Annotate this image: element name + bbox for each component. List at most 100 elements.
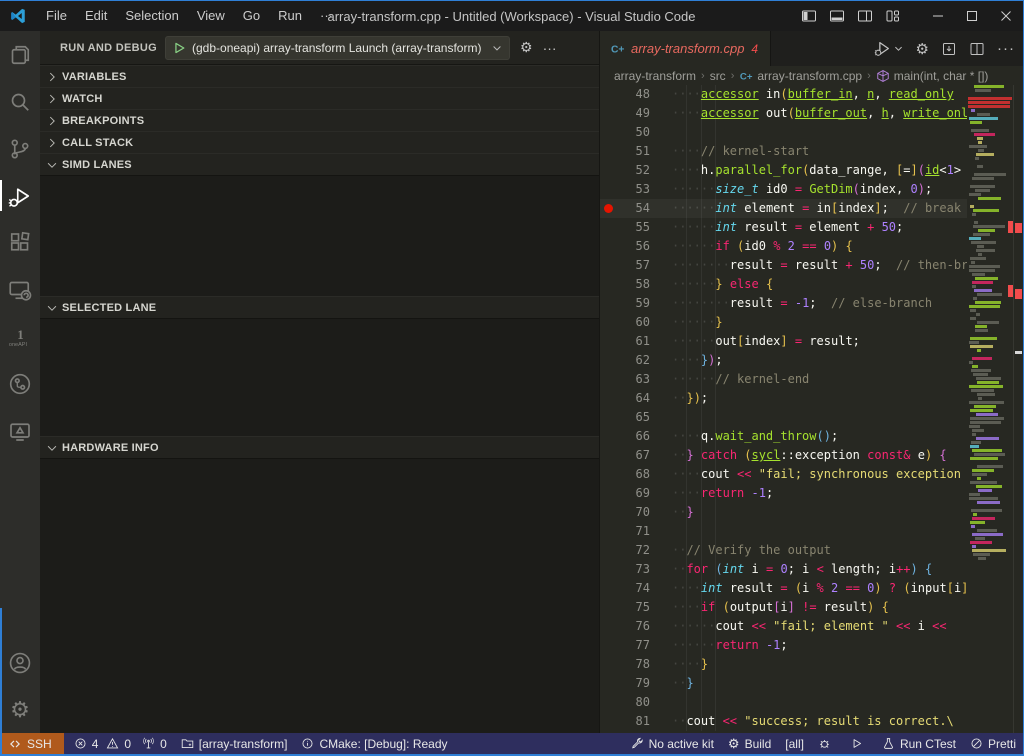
code-line-57[interactable]: 57········result = result + 50; // then-… [600,256,967,275]
section-call-stack[interactable]: CALL STACK [40,131,599,153]
code-line-60[interactable]: 60······} [600,313,967,332]
code-line-49[interactable]: 49····accessor out(buffer_out, h, write_… [600,104,967,123]
status-cmake-kit[interactable]: No active kit [624,733,721,754]
code-line-80[interactable]: 80 [600,693,967,712]
activitybar-settings-icon[interactable]: ⚙ [0,686,40,733]
code-line-73[interactable]: 73··for (int i = 0; i < length; i++) { [600,560,967,579]
breakpoint-margin[interactable] [600,579,616,598]
minimize-button[interactable] [921,1,955,31]
menu-go[interactable]: Go [234,5,269,27]
code-line-75[interactable]: 75····if (output[i] != result) { [600,598,967,617]
breakpoint-margin[interactable] [600,313,616,332]
maximize-button[interactable] [955,1,989,31]
breakpoint-margin[interactable] [600,332,616,351]
launch-config-dropdown[interactable]: (gdb-oneapi) array-transform Launch (arr… [165,36,510,60]
section-breakpoints[interactable]: BREAKPOINTS [40,109,599,131]
breakpoint-margin[interactable] [600,142,616,161]
breakpoint-margin[interactable] [600,617,616,636]
code-line-67[interactable]: 67··} catch (sycl::exception const& e) { [600,446,967,465]
menu-selection[interactable]: Selection [116,5,187,27]
code-line-66[interactable]: 66····q.wait_and_throw(); [600,427,967,446]
activitybar-intel-debug-icon[interactable] [0,360,40,407]
breakpoint-margin[interactable] [600,161,616,180]
breakpoint-margin[interactable] [600,180,616,199]
editor-gear-icon[interactable]: ⚙ [916,40,929,58]
breakpoint-margin[interactable] [600,674,616,693]
breakpoint-margin[interactable] [600,294,616,313]
minimap[interactable] [967,85,1013,733]
split-editor-icon[interactable] [969,41,985,57]
more-actions-icon[interactable]: ··· [997,40,1015,57]
status-cmake-run[interactable] [843,733,875,754]
section-simd-lanes[interactable]: SIMD LANES [40,153,599,175]
code-line-50[interactable]: 50 [600,123,967,142]
breadcrumb-item[interactable]: src [710,69,726,83]
breakpoint-margin[interactable] [600,427,616,446]
breadcrumb-item[interactable]: array-transform [614,69,696,83]
code-line-77[interactable]: 77······return -1; [600,636,967,655]
code-line-58[interactable]: 58······} else { [600,275,967,294]
breakpoint-margin[interactable] [600,693,616,712]
activitybar-source-control-icon[interactable] [0,125,40,172]
activitybar-search-icon[interactable] [0,78,40,125]
code-line-55[interactable]: 55······int result = element + 50; [600,218,967,237]
code-line-56[interactable]: 56······if (id0 % 2 == 0) { [600,237,967,256]
breakpoint-margin[interactable] [600,351,616,370]
code-line-61[interactable]: 61······out[index] = result; [600,332,967,351]
breakpoint-margin[interactable] [600,85,616,104]
section-variables[interactable]: VARIABLES [40,65,599,87]
activitybar-explorer-icon[interactable] [0,31,40,78]
code-line-81[interactable]: 81··cout << "success; result is correct.… [600,712,967,731]
debug-run-icon[interactable] [874,40,891,57]
status-cmake-project[interactable]: [array-transform] [174,733,295,754]
breakpoint-margin[interactable] [600,408,616,427]
breakpoint-margin[interactable] [600,465,616,484]
breakpoint-margin[interactable] [600,218,616,237]
code-line-69[interactable]: 69····return -1; [600,484,967,503]
activitybar-extensions-icon[interactable] [0,219,40,266]
breakpoint-margin[interactable] [600,446,616,465]
menu-edit[interactable]: Edit [76,5,116,27]
start-debug-icon[interactable] [172,41,186,55]
code-line-78[interactable]: 78····} [600,655,967,674]
status-ctest[interactable]: Run CTest [875,733,963,754]
breakpoint-margin[interactable] [600,636,616,655]
code-line-71[interactable]: 71 [600,522,967,541]
activitybar-oneapi-icon[interactable]: 1oneAPI [0,313,40,360]
debug-more-actions-icon[interactable]: ··· [543,40,557,56]
debug-settings-gear-icon[interactable]: ⚙ [520,39,533,56]
breakpoint-margin[interactable] [600,123,616,142]
code-line-68[interactable]: 68····cout << "fail; synchronous excepti… [600,465,967,484]
code-line-62[interactable]: 62····}); [600,351,967,370]
code-line-51[interactable]: 51····// kernel-start [600,142,967,161]
activitybar-remote-explorer-icon[interactable] [0,266,40,313]
breakpoint-margin[interactable] [600,275,616,294]
breakpoint-icon[interactable] [600,199,616,218]
toggle-panel-icon[interactable] [823,1,851,31]
breakpoint-margin[interactable] [600,484,616,503]
code-editor[interactable]: 48····accessor in(buffer_in, n, read_onl… [600,85,1023,733]
breakpoint-margin[interactable] [600,712,616,731]
code-line-64[interactable]: 64··}); [600,389,967,408]
breakpoint-margin[interactable] [600,237,616,256]
menu-[interactable]: ··· [311,5,342,27]
status-cmake-debug[interactable] [811,733,843,754]
breakpoint-margin[interactable] [600,104,616,123]
breakpoint-margin[interactable] [600,598,616,617]
code-line-59[interactable]: 59········result = -1; // else-branch [600,294,967,313]
breakpoint-margin[interactable] [600,560,616,579]
menu-view[interactable]: View [188,5,234,27]
toggle-sidebar-icon[interactable] [795,1,823,31]
status-ports[interactable]: 0 [135,733,174,754]
code-line-76[interactable]: 76······cout << "fail; element " << i << [600,617,967,636]
code-line-48[interactable]: 48····accessor in(buffer_in, n, read_onl… [600,85,967,104]
code-line-72[interactable]: 72··// Verify the output [600,541,967,560]
status-cmake-target[interactable]: [all] [778,733,811,754]
code-line-54[interactable]: 54······int element = in[index]; // brea… [600,199,967,218]
breakpoint-margin[interactable] [600,655,616,674]
code-line-70[interactable]: 70··} [600,503,967,522]
toggle-secondary-sidebar-icon[interactable] [851,1,879,31]
status-problems-warnings[interactable]: 0 [102,733,135,754]
activitybar-accounts-icon[interactable] [0,639,40,686]
code-line-79[interactable]: 79··} [600,674,967,693]
